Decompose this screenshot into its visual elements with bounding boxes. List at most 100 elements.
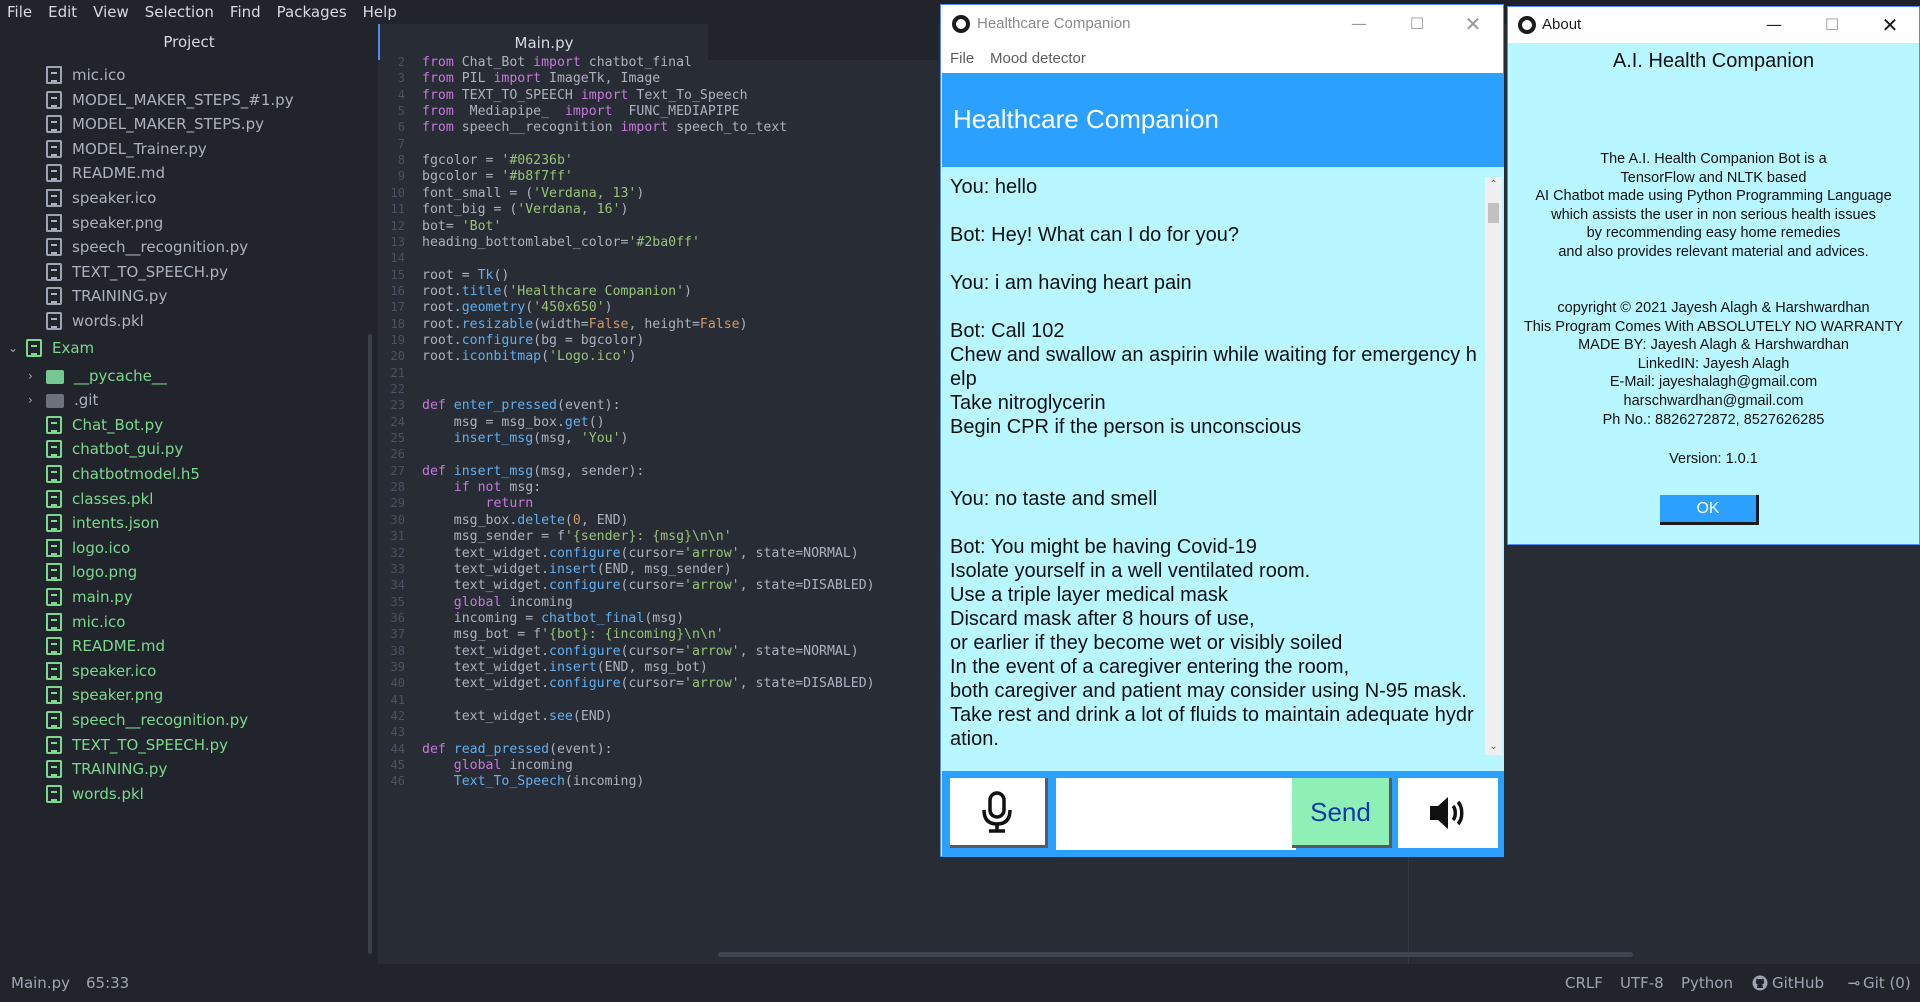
file-icon — [46, 735, 62, 754]
tree-item-label: words.pkl — [72, 312, 144, 330]
about-window: About — ☐ ✕ A.I. Health Companion The A.… — [1507, 6, 1920, 545]
about-credits: copyright © 2021 Jayesh Alagh & Harshwar… — [1523, 300, 1904, 428]
hc-menu-file[interactable]: File — [950, 50, 974, 67]
tree-folder-label: .git — [74, 391, 99, 410]
about-title-bar[interactable]: About — ☐ ✕ — [1508, 7, 1919, 43]
tree-item[interactable]: words.pkl — [46, 306, 144, 336]
project-scrollbar[interactable] — [368, 334, 372, 954]
hc-window-title: Healthcare Companion — [977, 15, 1131, 32]
about-window-title: About — [1542, 16, 1582, 33]
menu-help[interactable]: Help — [356, 3, 406, 21]
image-file-icon — [46, 213, 62, 232]
scroll-down-icon[interactable]: ⌄ — [1485, 739, 1502, 755]
tree-item-label: logo.ico — [72, 538, 131, 557]
tree-item-label: speech__recognition.py — [72, 238, 249, 257]
menu-file[interactable]: File — [0, 3, 41, 21]
tree-item-label: words.pkl — [72, 784, 144, 803]
hc-menu-mood-detector[interactable]: Mood detector — [990, 50, 1086, 67]
send-button[interactable]: Send — [1292, 778, 1392, 848]
status-file-name[interactable]: Main.py — [11, 964, 70, 1002]
tree-item-label: classes.pkl — [72, 489, 154, 508]
editor-horizontal-scrollbar[interactable] — [718, 952, 1633, 957]
hc-bottom-bar: Send — [942, 771, 1504, 857]
about-logo-icon — [1518, 16, 1536, 34]
chat-log[interactable]: You: hello Bot: Hey! What can I do for y… — [942, 167, 1504, 771]
line-number: 46 — [390, 774, 405, 789]
file-icon — [46, 465, 62, 483]
code-line: 6 from speech__recognition import speech_… — [378, 117, 787, 137]
about-description: The A.I. Health Companion Bot is a Tenso… — [1535, 151, 1892, 260]
chat-scrollbar[interactable]: ⌃ ⌄ — [1485, 177, 1502, 755]
about-maximize-icon[interactable]: ☐ — [1818, 12, 1846, 38]
hc-title-bar[interactable]: Healthcare Companion — ☐ ✕ — [941, 5, 1503, 43]
menu-packages[interactable]: Packages — [270, 3, 356, 21]
tree-item-label: MODEL_MAKER_STEPS_#1.py — [72, 90, 294, 109]
tree-item-label: TRAINING.py — [72, 760, 168, 779]
image-file-icon — [46, 66, 62, 84]
ok-button[interactable]: OK — [1660, 495, 1759, 525]
microphone-button[interactable] — [950, 778, 1048, 848]
hc-menu-bar: File Mood detector — [941, 43, 1503, 73]
status-git[interactable]: ⊸ Git (0) — [1845, 964, 1911, 1002]
file-icon — [46, 514, 62, 533]
tree-item-label: README.md — [72, 164, 166, 183]
code-text: from speech__recognition import speech_t… — [422, 120, 788, 136]
message-input[interactable] — [1056, 778, 1296, 850]
about-version: Version: 1.0.1 — [1669, 451, 1758, 467]
image-file-icon — [46, 661, 62, 680]
image-file-icon — [46, 538, 62, 557]
chevron-down-icon: ⌄ — [8, 340, 19, 355]
file-icon — [46, 415, 62, 434]
chevron-right-icon: › — [28, 393, 33, 408]
speaker-button[interactable] — [1398, 778, 1498, 848]
minimize-icon[interactable]: — — [1345, 11, 1373, 37]
tree-item-label: MODEL_Trainer.py — [72, 139, 207, 158]
menu-view[interactable]: View — [86, 3, 138, 21]
menu-bar: File Edit View Selection Find Packages Help — [0, 0, 940, 24]
code-text: Text_To_Speech(incoming) — [453, 774, 645, 790]
file-icon — [46, 262, 62, 281]
tree-item-label: README.md — [72, 637, 166, 656]
git-commit-icon: ⊸ — [1847, 974, 1861, 992]
tree-item-label: Chat_Bot.py — [72, 415, 164, 434]
status-encoding[interactable]: UTF-8 — [1620, 964, 1664, 1002]
scroll-up-icon[interactable]: ⌃ — [1485, 177, 1502, 193]
status-line-ending[interactable]: CRLF — [1565, 964, 1603, 1002]
status-cursor-position[interactable]: 65:33 — [86, 964, 129, 1002]
chat-scroll-thumb[interactable] — [1488, 203, 1499, 223]
status-github-label: GitHub — [1772, 974, 1824, 992]
menu-edit[interactable]: Edit — [41, 3, 86, 21]
github-icon — [1752, 975, 1768, 991]
code-text: text_widget.see(END) — [422, 709, 613, 724]
image-file-icon — [46, 686, 62, 705]
hc-header-title: Healthcare Companion — [953, 104, 1219, 134]
code-line: 46 Text_To_Speech(incoming) — [378, 771, 645, 791]
about-close-icon[interactable]: ✕ — [1876, 12, 1904, 38]
tree-item-label: TEXT_TO_SPEECH.py — [72, 262, 228, 281]
repo-icon — [26, 338, 42, 357]
tree-item-label: MODEL_MAKER_STEPS.py — [72, 115, 264, 134]
close-icon[interactable]: ✕ — [1459, 11, 1487, 37]
tree-item-label: speaker.png — [72, 213, 164, 232]
code-line: 40 text_widget.configure(cursor='arrow',… — [378, 673, 875, 693]
file-icon — [46, 287, 62, 306]
status-github[interactable]: GitHub — [1752, 964, 1824, 1002]
maximize-icon[interactable]: ☐ — [1403, 11, 1431, 37]
code-text: root.iconbitmap('Logo.ico') — [422, 349, 637, 365]
tree-item[interactable]: words.pkl — [46, 779, 144, 809]
menu-find[interactable]: Find — [223, 3, 270, 21]
file-icon — [46, 238, 62, 257]
tree-item-label: speaker.ico — [72, 661, 157, 680]
file-icon — [46, 440, 62, 459]
about-minimize-icon[interactable]: — — [1760, 12, 1788, 38]
status-grammar[interactable]: Python — [1681, 964, 1733, 1002]
menu-selection[interactable]: Selection — [138, 3, 223, 21]
tree-folder-exam[interactable]: ⌄ Exam — [8, 333, 94, 363]
file-icon — [46, 711, 62, 729]
tree-item-label: speech__recognition.py — [72, 711, 249, 729]
code-text: heading_bottomlabel_color='#2ba0ff' — [422, 234, 700, 250]
code-line: 13 heading_bottomlabel_color='#2ba0ff' — [378, 232, 700, 252]
folder-icon — [46, 369, 64, 384]
file-icon — [46, 312, 62, 330]
tree-item-label: TRAINING.py — [72, 287, 168, 306]
